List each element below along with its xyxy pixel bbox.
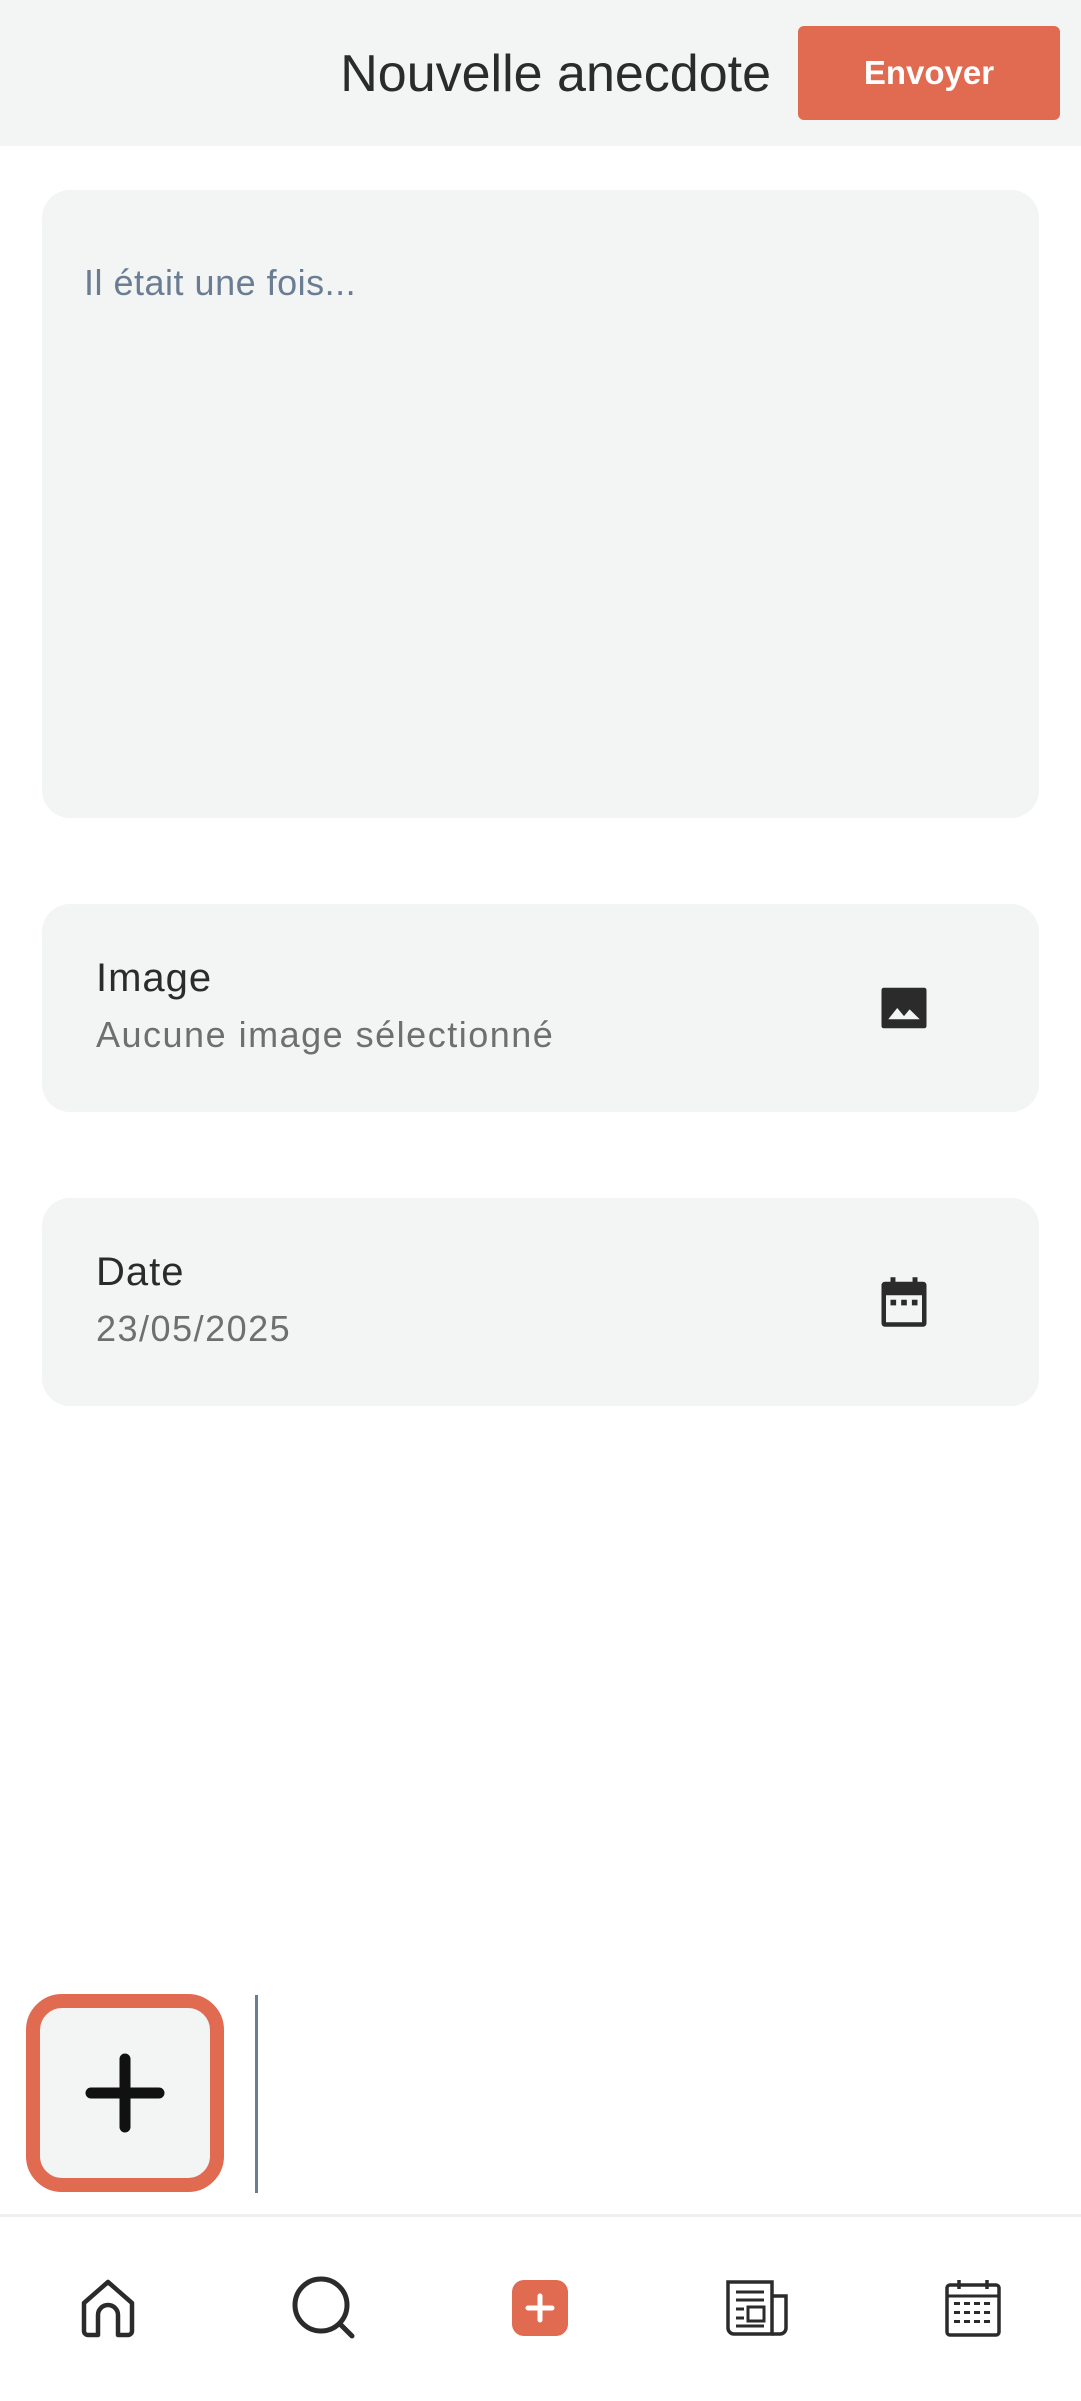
date-picker-field[interactable]: Date 23/05/2025: [42, 1198, 1039, 1406]
story-textarea[interactable]: Il était une fois...: [42, 190, 1039, 818]
nav-add[interactable]: [505, 2273, 575, 2343]
add-content-button[interactable]: [26, 1994, 224, 2192]
image-icon: [881, 987, 927, 1029]
date-field-label: Date: [96, 1250, 185, 1294]
bottom-navigation: [0, 2214, 1081, 2401]
plus-icon: [85, 2053, 165, 2133]
date-field-value: 23/05/2025: [96, 1308, 292, 1349]
add-square-icon: [512, 2280, 568, 2336]
header-bar: Nouvelle anecdote Envoyer: [0, 0, 1081, 146]
nav-home[interactable]: [73, 2273, 143, 2343]
calendar-icon: [881, 1277, 927, 1327]
image-field-label: Image: [96, 956, 213, 1000]
nav-calendar[interactable]: [938, 2273, 1008, 2343]
story-placeholder: Il était une fois...: [84, 262, 357, 303]
search-icon: [292, 2276, 355, 2339]
image-field-value: Aucune image sélectionné: [96, 1014, 555, 1055]
nav-news[interactable]: [722, 2273, 792, 2343]
page-title: Nouvelle anecdote: [340, 45, 771, 103]
home-icon: [81, 2279, 135, 2338]
nav-search[interactable]: [289, 2273, 359, 2343]
image-picker-field[interactable]: Image Aucune image sélectionné: [42, 904, 1039, 1112]
text-cursor: [255, 1995, 258, 2193]
newspaper-icon: [726, 2280, 788, 2336]
calendar-grid-icon: [945, 2280, 1001, 2337]
send-button[interactable]: Envoyer: [798, 26, 1060, 120]
